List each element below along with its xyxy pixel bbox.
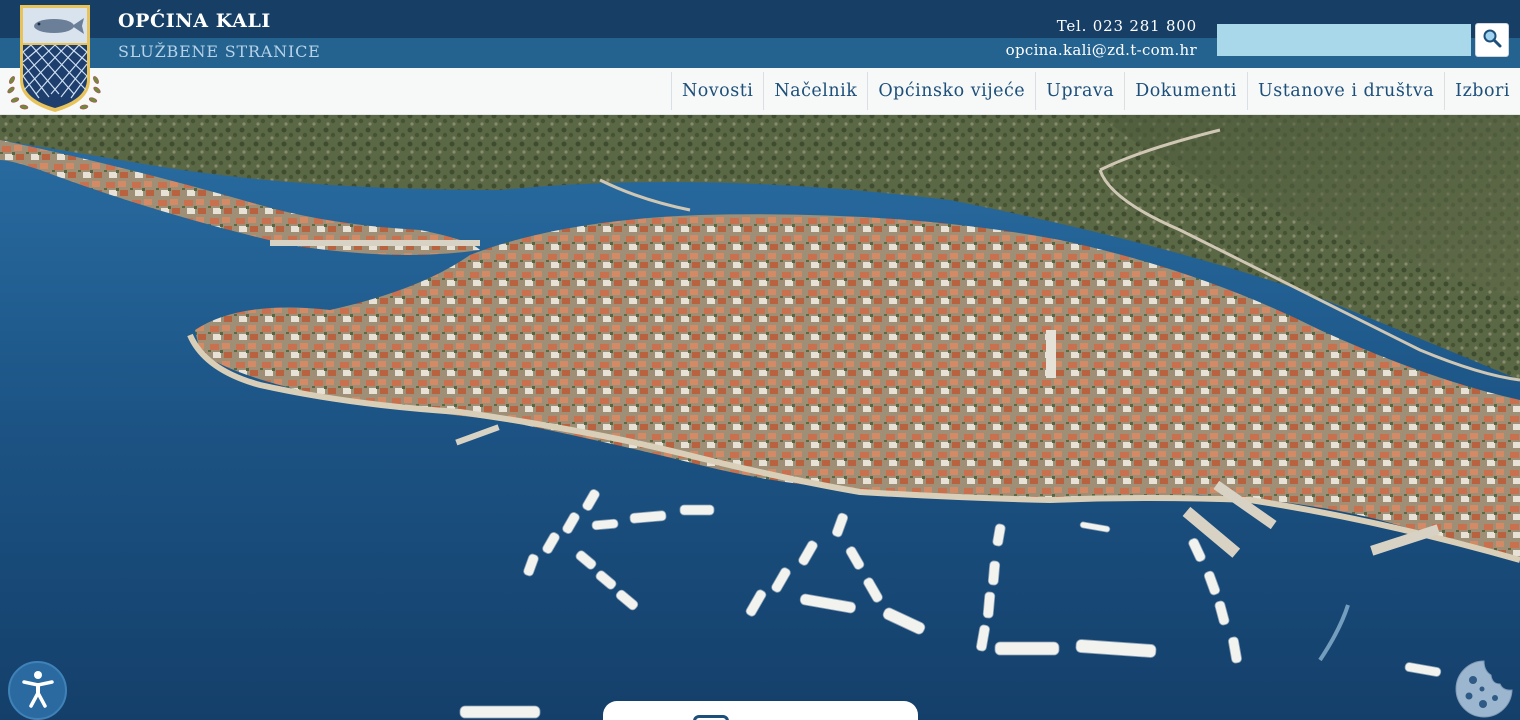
accessibility-person-icon — [20, 669, 56, 713]
accessibility-button[interactable] — [8, 661, 67, 720]
search-input[interactable] — [1217, 24, 1471, 56]
document-icon — [693, 715, 729, 720]
nav-item-dokumenti[interactable]: Dokumenti — [1124, 72, 1247, 110]
search-button[interactable] — [1475, 23, 1509, 57]
main-navigation: Novosti Načelnik Općinsko vijeće Uprava … — [670, 72, 1520, 110]
nav-item-izbori[interactable]: Izbori — [1444, 72, 1520, 110]
search-icon — [1482, 28, 1502, 52]
nav-item-nacelnik[interactable]: Načelnik — [763, 72, 867, 110]
nav-item-opcinsko-vijece[interactable]: Općinsko vijeće — [867, 72, 1035, 110]
contact-phone: Tel. 023 281 800 — [1056, 17, 1197, 35]
nav-item-novosti[interactable]: Novosti — [670, 72, 763, 110]
bottom-panel-card[interactable] — [603, 701, 918, 720]
cookie-settings-button[interactable] — [1453, 658, 1515, 720]
contact-email[interactable]: opcina.kali@zd.t-com.hr — [1006, 41, 1197, 59]
site-header: OPĆINA KALI SLUŽBENE STRANICE Tel. 023 2… — [0, 0, 1520, 115]
nav-item-uprava[interactable]: Uprava — [1035, 72, 1124, 110]
site-subtitle: SLUŽBENE STRANICE — [118, 42, 321, 61]
nav-item-ustanove-i-drustva[interactable]: Ustanove i društva — [1247, 72, 1444, 110]
municipality-crest-logo[interactable] — [4, 2, 104, 116]
cookie-icon — [1453, 660, 1515, 720]
hero-aerial-photo — [0, 115, 1520, 720]
site-title[interactable]: OPĆINA KALI — [118, 10, 271, 32]
